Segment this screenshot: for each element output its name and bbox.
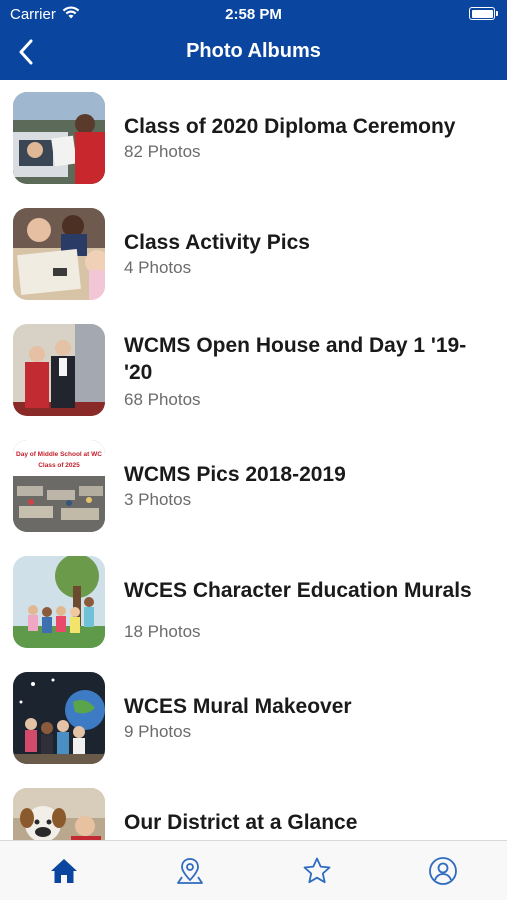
tab-home[interactable] <box>46 853 82 889</box>
status-bar: Carrier 2:58 PM <box>0 0 507 28</box>
svg-text:Day of Middle School at WC: Day of Middle School at WC <box>16 451 102 458</box>
album-photo-count: 68 Photos <box>124 390 201 409</box>
album-title: Class of 2020 Diploma Ceremony <box>124 115 456 138</box>
album-photo-count: 18 Photos <box>124 622 201 641</box>
header: Carrier 2:58 PM Photo Albums <box>0 0 507 80</box>
album-item[interactable]: Our District at a Glance <box>0 776 507 840</box>
album-title: WCMS Pics 2018-2019 <box>124 463 346 486</box>
album-title: Class Activity Pics <box>124 231 310 254</box>
profile-icon <box>429 857 457 885</box>
album-thumbnail <box>13 208 105 300</box>
album-thumbnail: Day of Middle School at WC Class of 2025 <box>13 440 105 532</box>
map-pin-icon <box>177 858 203 884</box>
tab-locations[interactable] <box>172 853 208 889</box>
album-item[interactable]: WCES Character Education Murals 18 Photo… <box>0 544 507 660</box>
album-thumbnail <box>13 324 105 416</box>
home-icon <box>51 859 77 883</box>
album-list: Class of 2020 Diploma Ceremony 82 Photos… <box>0 80 507 840</box>
album-photo-count: 3 Photos <box>124 490 192 509</box>
album-thumbnail <box>13 556 105 648</box>
album-photo-count: 4 Photos <box>124 258 192 277</box>
tab-bar <box>0 840 507 900</box>
album-item[interactable]: Day of Middle School at WC Class of 2025… <box>0 428 507 544</box>
album-item[interactable]: Class Activity Pics 4 Photos <box>0 196 507 312</box>
album-item[interactable]: WCMS Open House and Day 1 '19-'20 68 Pho… <box>0 312 507 428</box>
album-item[interactable]: WCES Mural Makeover 9 Photos <box>0 660 507 776</box>
album-photo-count: 9 Photos <box>124 722 192 741</box>
album-title: WCMS Open House and Day 1 '19-'20 <box>124 334 467 384</box>
album-title: Our District at a Glance <box>124 811 358 834</box>
album-item[interactable]: Class of 2020 Diploma Ceremony 82 Photos <box>0 80 507 196</box>
star-icon <box>303 857 331 884</box>
navigation-bar: Photo Albums <box>0 28 507 80</box>
battery-icon <box>469 7 498 20</box>
album-thumbnail <box>13 672 105 764</box>
album-thumbnail <box>13 788 105 840</box>
album-thumbnail <box>13 92 105 184</box>
page-title: Photo Albums <box>186 40 321 62</box>
album-title: WCES Character Education Murals <box>124 579 472 602</box>
album-title: WCES Mural Makeover <box>124 695 352 718</box>
status-time: 2:58 PM <box>225 6 282 23</box>
svg-text:Class of 2025: Class of 2025 <box>38 462 80 469</box>
tab-favorites[interactable] <box>299 853 335 889</box>
album-photo-count: 82 Photos <box>124 142 201 161</box>
tab-profile[interactable] <box>425 853 461 889</box>
